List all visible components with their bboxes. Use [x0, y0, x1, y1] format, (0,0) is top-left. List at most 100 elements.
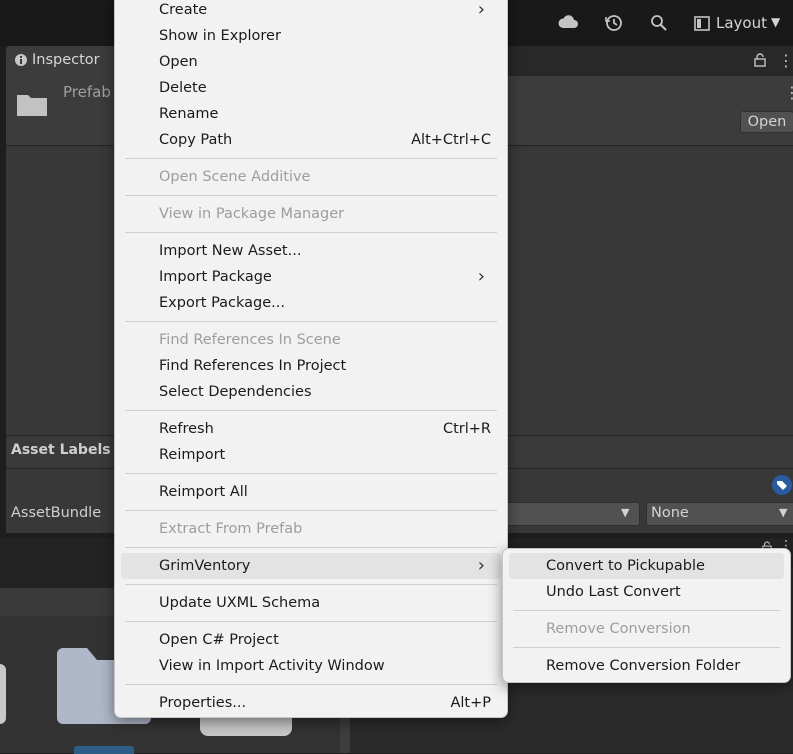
menu-item-import-package[interactable]: Import Package ›: [121, 264, 501, 290]
search-icon[interactable]: [650, 14, 668, 37]
history-icon[interactable]: [604, 13, 624, 38]
menu-separator: [125, 321, 497, 322]
menu-separator: [125, 473, 497, 474]
layout-dropdown[interactable]: Layout ▼: [692, 12, 788, 36]
menu-item-properties[interactable]: Properties... Alt+P: [121, 690, 501, 716]
menu-separator: [125, 584, 497, 585]
menu-item-open-scene-additive: Open Scene Additive: [121, 164, 501, 190]
menu-item-label: Export Package...: [159, 295, 286, 311]
menu-item-label: Rename: [159, 106, 219, 122]
folder-icon: [16, 91, 48, 121]
submenu-item-remove-conversion-folder[interactable]: Remove Conversion Folder: [509, 653, 784, 679]
menu-item-open[interactable]: Open: [121, 49, 501, 75]
submenu-item-convert-to-pickupable[interactable]: Convert to Pickupable: [509, 553, 784, 579]
menu-separator: [513, 647, 780, 648]
chevron-right-icon: ›: [477, 555, 485, 576]
open-button[interactable]: Open: [740, 111, 793, 133]
label-tag-icon[interactable]: [772, 475, 792, 499]
menu-item-shortcut: Ctrl+R: [442, 421, 491, 437]
menu-item-select-dependencies[interactable]: Select Dependencies: [121, 379, 501, 405]
menu-item-label: Find References In Project: [159, 358, 347, 374]
menu-item-label: Properties...: [159, 695, 247, 711]
menu-item-reimport[interactable]: Reimport: [121, 442, 501, 468]
menu-item-update-uxml-schema[interactable]: Update UXML Schema: [121, 590, 501, 616]
submenu-item-remove-conversion: Remove Conversion: [509, 616, 784, 642]
submenu-item-label: Convert to Pickupable: [546, 558, 705, 574]
menu-item-label: Open Scene Additive: [159, 169, 311, 185]
menu-item-label: Import Package: [159, 269, 272, 285]
more-menu-icon[interactable]: ⋮: [778, 51, 793, 70]
chevron-down-icon: ▼: [621, 506, 630, 519]
menu-item-label: Refresh: [159, 421, 214, 437]
menu-item-shortcut: Alt+Ctrl+C: [411, 132, 491, 148]
grimventory-submenu: Convert to Pickupable Undo Last Convert Re…: [502, 548, 791, 683]
menu-item-view-in-import-activity-window[interactable]: View in Import Activity Window: [121, 653, 501, 679]
menu-item-view-in-package-manager: View in Package Manager: [121, 201, 501, 227]
menu-item-label: Extract From Prefab: [159, 521, 303, 537]
menu-item-label: GrimVentory: [159, 558, 251, 574]
info-icon: [14, 53, 28, 71]
menu-item-label: Show in Explorer: [159, 28, 281, 44]
menu-separator: [125, 195, 497, 196]
chevron-down-icon: ▼: [771, 15, 781, 29]
menu-item-label: Update UXML Schema: [159, 595, 321, 611]
asset-thumbnail[interactable]: [200, 716, 292, 736]
menu-item-label: View in Package Manager: [159, 206, 345, 222]
menu-item-import-new-asset[interactable]: Import New Asset...: [121, 238, 501, 264]
menu-separator: [513, 610, 780, 611]
menu-separator: [125, 621, 497, 622]
menu-item-export-package[interactable]: Export Package...: [121, 290, 501, 316]
menu-item-delete[interactable]: Delete: [121, 75, 501, 101]
assetbundle-variant-value: None: [651, 505, 689, 521]
menu-separator: [125, 410, 497, 411]
menu-item-find-references-in-project[interactable]: Find References In Project: [121, 353, 501, 379]
menu-item-refresh[interactable]: Refresh Ctrl+R: [121, 416, 501, 442]
asset-title: Prefab: [63, 83, 111, 101]
menu-item-extract-from-prefab: Extract From Prefab: [121, 516, 501, 542]
tab-inspector-label: Inspector: [32, 52, 100, 68]
menu-item-reimport-all[interactable]: Reimport All: [121, 479, 501, 505]
lock-icon[interactable]: [754, 53, 766, 71]
layout-icon: [694, 16, 710, 35]
submenu-item-undo-last-convert[interactable]: Undo Last Convert: [509, 579, 784, 605]
menu-item-shortcut: Alt+P: [450, 695, 491, 711]
menu-separator: [125, 232, 497, 233]
submenu-item-label: Remove Conversion Folder: [546, 658, 741, 674]
menu-item-label: Open C# Project: [159, 632, 279, 648]
asset-thumbnail[interactable]: [0, 664, 6, 724]
more-menu-icon[interactable]: ⋮: [784, 83, 793, 102]
tab-inspector[interactable]: Inspector: [6, 46, 121, 76]
menu-separator: [125, 547, 497, 548]
menu-item-label: Open: [159, 54, 198, 70]
menu-item-show-in-explorer[interactable]: Show in Explorer: [121, 23, 501, 49]
assetbundle-variant-dropdown[interactable]: None ▼: [646, 502, 793, 526]
menu-item-create[interactable]: Create ›: [121, 0, 501, 23]
context-menu: Create › Show in Explorer Open Delete Rename C…: [114, 0, 508, 718]
submenu-item-label: Remove Conversion: [546, 621, 691, 637]
chevron-right-icon: ›: [477, 0, 485, 20]
assetbundle-name-dropdown[interactable]: ▼: [486, 502, 640, 526]
open-button-label: Open: [747, 114, 787, 130]
menu-separator: [125, 684, 497, 685]
assetbundle-label: AssetBundle: [11, 505, 102, 521]
menu-item-rename[interactable]: Rename: [121, 101, 501, 127]
menu-item-label: Create: [159, 2, 208, 18]
menu-item-label: View in Import Activity Window: [159, 658, 385, 674]
menu-item-find-references-in-scene: Find References In Scene: [121, 327, 501, 353]
chevron-right-icon: ›: [477, 266, 485, 287]
menu-item-label: Copy Path: [159, 132, 233, 148]
layout-label: Layout: [716, 14, 767, 32]
menu-item-label: Delete: [159, 80, 207, 96]
menu-item-label: Select Dependencies: [159, 384, 312, 400]
menu-separator: [125, 510, 497, 511]
menu-item-label: Find References In Scene: [159, 332, 341, 348]
cloud-icon[interactable]: [557, 13, 579, 34]
menu-separator: [125, 158, 497, 159]
menu-item-open-c-project[interactable]: Open C# Project: [121, 627, 501, 653]
submenu-item-label: Undo Last Convert: [546, 584, 681, 600]
menu-item-label: Reimport: [159, 447, 226, 463]
menu-item-label: Reimport All: [159, 484, 248, 500]
menu-item-grimventory[interactable]: GrimVentory ›: [121, 553, 501, 579]
asset-labels-heading: Asset Labels: [11, 442, 111, 458]
menu-item-copy-path[interactable]: Copy Path Alt+Ctrl+C: [121, 127, 501, 153]
